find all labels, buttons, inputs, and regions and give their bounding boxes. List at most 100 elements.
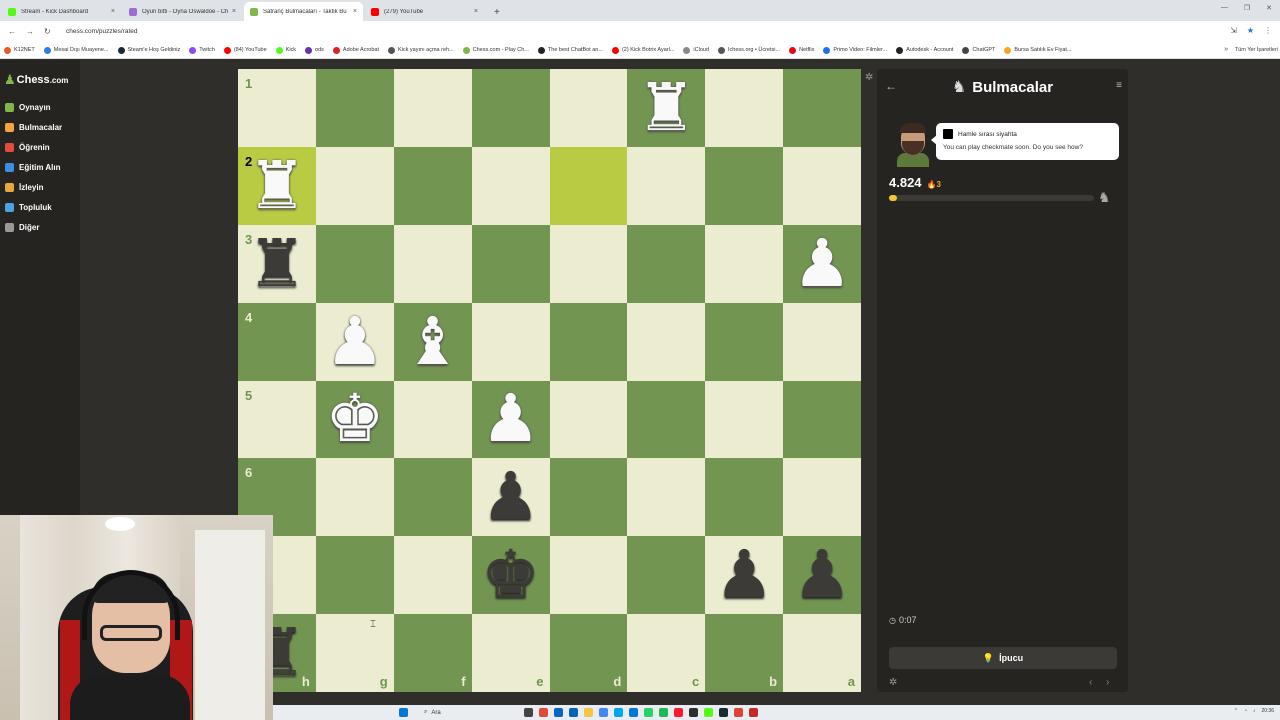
white-piece[interactable]: ♟: [481, 386, 540, 452]
browser-tab[interactable]: Satranç Bulmacaları - Taktik Bu ×: [244, 2, 363, 21]
bookmark-item[interactable]: Steam'e Hoş Geldiniz: [117, 46, 180, 54]
board-square[interactable]: a: [783, 614, 861, 692]
board-square[interactable]: ♟: [783, 224, 861, 303]
sidebar-item[interactable]: Diğer: [0, 217, 80, 237]
board-square[interactable]: [783, 69, 861, 147]
board-square[interactable]: [705, 69, 784, 147]
board-square[interactable]: [783, 458, 861, 537]
board-square[interactable]: [471, 302, 550, 381]
board-square[interactable]: [393, 146, 472, 225]
windows-start-icon[interactable]: [399, 708, 408, 717]
white-piece[interactable]: ♜: [637, 74, 696, 141]
board-square[interactable]: ♚: [471, 536, 550, 615]
board-square[interactable]: [393, 536, 472, 615]
board-square[interactable]: [393, 224, 472, 303]
maximize-icon[interactable]: ❐: [1244, 4, 1250, 12]
board-square[interactable]: [783, 380, 861, 459]
wifi-icon[interactable]: ◔: [1244, 708, 1247, 714]
panel-menu-icon[interactable]: ≡: [1116, 80, 1122, 91]
board-square[interactable]: [471, 69, 550, 147]
all-bookmarks-folder[interactable]: Tüm Yer İşaretleri: [1235, 47, 1278, 53]
board-square[interactable]: [705, 458, 784, 537]
board-square[interactable]: [393, 458, 472, 537]
board-square[interactable]: [705, 146, 784, 225]
board-square[interactable]: e: [471, 614, 550, 692]
spotify-icon[interactable]: [659, 708, 668, 717]
board-square[interactable]: [783, 302, 861, 381]
opera-icon[interactable]: [674, 708, 683, 717]
sidebar-item[interactable]: Topluluk: [0, 197, 80, 217]
kick-icon[interactable]: [704, 708, 713, 717]
more-bookmarks-button[interactable]: »: [1224, 46, 1228, 53]
board-square[interactable]: ♟: [471, 380, 550, 459]
tab-close-icon[interactable]: ×: [474, 8, 478, 15]
board-square[interactable]: [393, 380, 472, 459]
board-square[interactable]: ♚: [315, 380, 394, 459]
board-square[interactable]: [549, 146, 628, 225]
taskbar-app-icon[interactable]: [539, 708, 548, 717]
install-icon[interactable]: ⇲: [1230, 26, 1237, 35]
board-settings-icon[interactable]: ✲: [865, 72, 873, 83]
tab-close-icon[interactable]: ×: [232, 8, 236, 15]
bookmark-item[interactable]: Chess.com - Play Ch...: [462, 46, 529, 54]
previous-arrow-icon[interactable]: ‹: [1089, 677, 1092, 688]
black-piece[interactable]: ♜: [247, 230, 306, 297]
bookmark-item[interactable]: Bursa Satılık Ev Fiyat...: [1004, 46, 1072, 54]
bookmark-item[interactable]: ChatGPT: [962, 46, 995, 54]
board-square[interactable]: ♟: [315, 302, 394, 381]
settings-gear-icon[interactable]: ✲: [889, 677, 897, 688]
board-square[interactable]: [549, 302, 628, 381]
bookmark-item[interactable]: ods: [305, 46, 324, 54]
chesscom-logo[interactable]: ♟ Chess .com: [0, 60, 80, 88]
minimize-icon[interactable]: —: [1221, 4, 1228, 12]
sidebar-item[interactable]: Eğitim Alın: [0, 157, 80, 177]
back-icon[interactable]: ←: [8, 27, 18, 36]
board-square[interactable]: ♜: [627, 69, 706, 147]
white-piece[interactable]: ♟: [325, 308, 384, 375]
tab-close-icon[interactable]: ×: [111, 8, 115, 15]
skype-icon[interactable]: [614, 708, 623, 717]
board-square[interactable]: [627, 224, 706, 303]
taskbar-search[interactable]: ⌕ Ara: [424, 709, 524, 716]
board-square[interactable]: [315, 224, 394, 303]
bookmark-item[interactable]: Twitch: [189, 46, 215, 54]
bookmark-item[interactable]: Kick yayını açma reh...: [388, 46, 454, 54]
browser-tab[interactable]: Oyun bitti - Oyna Oswaldoe - Ch ×: [123, 2, 242, 21]
bookmark-item[interactable]: Netflix: [789, 46, 814, 54]
black-piece[interactable]: ♚: [481, 542, 540, 608]
bookmark-star-icon[interactable]: ★: [1247, 26, 1254, 35]
board-square[interactable]: [705, 224, 784, 303]
board-square[interactable]: [471, 146, 550, 225]
file-explorer-icon[interactable]: [584, 708, 593, 717]
new-tab-button[interactable]: +: [494, 7, 500, 18]
board-square[interactable]: [549, 458, 628, 537]
extensions-icon[interactable]: ⋮: [1264, 26, 1272, 35]
board-square[interactable]: g: [315, 614, 394, 692]
board-square[interactable]: [627, 146, 706, 225]
white-piece[interactable]: ♚: [325, 386, 384, 452]
white-piece[interactable]: ♜: [247, 152, 306, 219]
bookmark-item[interactable]: Adobe Acrobat: [332, 46, 379, 54]
reload-icon[interactable]: ↻: [44, 27, 54, 36]
url-field[interactable]: chess.com/puzzles/rated: [66, 28, 138, 35]
board-square[interactable]: 1: [238, 69, 316, 147]
sidebar-item[interactable]: İzleyin: [0, 177, 80, 197]
board-square[interactable]: ♝: [393, 302, 472, 381]
board-square[interactable]: [549, 224, 628, 303]
black-piece[interactable]: ♟: [792, 542, 851, 608]
taskbar-app-icon[interactable]: [749, 708, 758, 717]
bookmark-item[interactable]: The best ChatBot an...: [537, 46, 603, 54]
bookmark-item[interactable]: (84) YouTube: [223, 46, 267, 54]
board-square[interactable]: [627, 380, 706, 459]
board-square[interactable]: [549, 69, 628, 147]
board-square[interactable]: [627, 536, 706, 615]
board-square[interactable]: [705, 380, 784, 459]
sidebar-item[interactable]: Oynayın: [0, 97, 80, 117]
board-square[interactable]: [315, 458, 394, 537]
sidebar-item[interactable]: Öğrenin: [0, 137, 80, 157]
board-square[interactable]: c: [627, 614, 706, 692]
board-square[interactable]: 2 ♜: [238, 146, 316, 225]
hint-button[interactable]: 💡 İpucu: [889, 647, 1117, 669]
bookmark-item[interactable]: Autodesk - Account: [896, 46, 953, 54]
obs-icon[interactable]: [689, 708, 698, 717]
